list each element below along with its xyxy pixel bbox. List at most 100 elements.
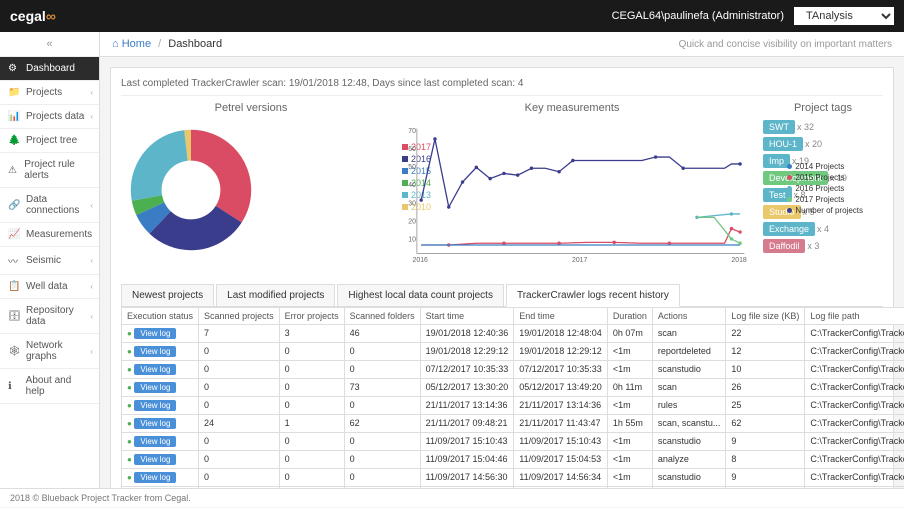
sidebar-icon: 🔗 xyxy=(8,200,20,211)
chevron-left-icon: ‹ xyxy=(90,201,93,210)
view-log-button[interactable]: View log xyxy=(134,382,176,393)
sidebar-icon: ℹ xyxy=(8,381,20,392)
sidebar-item-network-graphs[interactable]: 🕸Network graphs‹ xyxy=(0,334,99,369)
logs-table: Execution statusScanned projectsError pr… xyxy=(121,307,904,488)
sidebar-icon: 〰 xyxy=(8,253,20,268)
chevron-left-icon: ‹ xyxy=(90,312,93,321)
table-row: ● View log734619/01/2018 12:40:3619/01/2… xyxy=(122,324,904,342)
sidebar-icon: ⚙ xyxy=(8,63,20,74)
line-legend: 2014 Projects2015 Projects2016 Projects2… xyxy=(787,162,863,217)
status-ok-icon: ● xyxy=(127,365,132,374)
sidebar-item-data-connections[interactable]: 🔗Data connections‹ xyxy=(0,188,99,223)
dashboard-panel: Last completed TrackerCrawler scan: 19/0… xyxy=(110,67,894,488)
petrel-title: Petrel versions xyxy=(121,102,381,114)
breadcrumb-home[interactable]: Home xyxy=(122,38,151,50)
svg-text:50: 50 xyxy=(408,164,416,171)
svg-text:2016: 2016 xyxy=(413,257,428,264)
status-ok-icon: ● xyxy=(127,383,132,392)
sidebar-item-project-tree[interactable]: 🌲Project tree xyxy=(0,129,99,153)
sidebar: « ⚙Dashboard📁Projects‹📊Projects data‹🌲Pr… xyxy=(0,32,100,488)
tag-swt[interactable]: SWTx 32 xyxy=(763,120,883,134)
tab-3[interactable]: TrackerCrawler logs recent history xyxy=(506,284,680,307)
status-ok-icon: ● xyxy=(127,401,132,410)
col-header[interactable]: Log file path xyxy=(805,307,904,324)
col-header[interactable]: Log file size (KB) xyxy=(726,307,805,324)
sidebar-item-about-and-help[interactable]: ℹAbout and help xyxy=(0,369,99,404)
sidebar-icon: 🕸 xyxy=(8,346,20,357)
sidebar-icon: 📋 xyxy=(8,281,20,292)
view-log-button[interactable]: View log xyxy=(134,472,176,483)
line-chart-section: Key measurements 70 60 50 40 30 20 10 20… xyxy=(391,102,753,270)
chevron-left-icon: ‹ xyxy=(90,256,93,265)
tab-1[interactable]: Last modified projects xyxy=(216,284,335,306)
col-header[interactable]: Scanned folders xyxy=(344,307,420,324)
table-row: ● View log00007/12/2017 10:35:3307/12/20… xyxy=(122,360,904,378)
svg-text:70: 70 xyxy=(408,128,416,135)
svg-text:20: 20 xyxy=(408,218,416,225)
tagline: Quick and concise visibility on importan… xyxy=(679,39,892,50)
table-row: ● View log00011/09/2017 14:56:3011/09/20… xyxy=(122,468,904,486)
tag-exchange[interactable]: Exchangex 4 xyxy=(763,222,883,236)
sidebar-item-measurements[interactable]: 📈Measurements xyxy=(0,223,99,247)
sidebar-icon: 📊 xyxy=(8,111,20,122)
sidebar-item-dashboard[interactable]: ⚙Dashboard xyxy=(0,57,99,81)
col-header[interactable]: Execution status xyxy=(122,307,199,324)
user-info: CEGAL64\paulinefa (Administrator) xyxy=(612,10,784,22)
col-header[interactable]: Start time xyxy=(420,307,514,324)
view-log-button[interactable]: View log xyxy=(134,400,176,411)
status-ok-icon: ● xyxy=(127,473,132,482)
table-row: ● View log106404/09/2017 13:35:1104/09/2… xyxy=(122,486,904,488)
col-header[interactable]: Actions xyxy=(652,307,726,324)
sidebar-item-project-rule-alerts[interactable]: ⚠Project rule alerts xyxy=(0,153,99,188)
svg-text:30: 30 xyxy=(408,200,416,207)
sidebar-item-projects[interactable]: 📁Projects‹ xyxy=(0,81,99,105)
col-header[interactable]: Duration xyxy=(607,307,652,324)
tabs: Newest projectsLast modified projectsHig… xyxy=(121,284,883,307)
home-icon[interactable]: ⌂ xyxy=(112,38,119,50)
sidebar-icon: ⚠ xyxy=(8,165,18,176)
chevron-left-icon: ‹ xyxy=(90,112,93,121)
breadcrumb-bar: ⌂ Home / Dashboard Quick and concise vis… xyxy=(100,32,904,57)
sidebar-icon: 📁 xyxy=(8,87,20,98)
logo-icon: ∞ xyxy=(46,8,56,24)
topbar: cegal∞ CEGAL64\paulinefa (Administrator)… xyxy=(0,0,904,32)
view-log-button[interactable]: View log xyxy=(134,436,176,447)
svg-text:40: 40 xyxy=(408,182,416,189)
table-row: ● View log007305/12/2017 13:30:2005/12/2… xyxy=(122,378,904,396)
sidebar-item-seismic[interactable]: 〰Seismic‹ xyxy=(0,247,99,275)
footer: 2018 © Blueback Project Tracker from Ceg… xyxy=(0,488,904,507)
sidebar-icon: 🌲 xyxy=(8,135,20,146)
sidebar-item-projects-data[interactable]: 📊Projects data‹ xyxy=(0,105,99,129)
breadcrumb: ⌂ Home / Dashboard xyxy=(112,38,222,50)
status-ok-icon: ● xyxy=(127,329,132,338)
table-row: ● View log00021/11/2017 13:14:3621/11/20… xyxy=(122,396,904,414)
sidebar-icon: 🗄 xyxy=(8,311,20,322)
status-ok-icon: ● xyxy=(127,455,132,464)
chevron-left-icon: ‹ xyxy=(90,347,93,356)
status-ok-icon: ● xyxy=(127,419,132,428)
col-header[interactable]: Error projects xyxy=(279,307,344,324)
view-log-button[interactable]: View log xyxy=(134,418,176,429)
view-log-button[interactable]: View log xyxy=(134,346,176,357)
view-log-button[interactable]: View log xyxy=(134,328,176,339)
view-log-button[interactable]: View log xyxy=(134,364,176,375)
tag-hou-1[interactable]: HOU-1x 20 xyxy=(763,137,883,151)
status-ok-icon: ● xyxy=(127,437,132,446)
line-chart: 70 60 50 40 30 20 10 2016 2017 2018 xyxy=(391,120,753,267)
tab-0[interactable]: Newest projects xyxy=(121,284,214,306)
tenant-select[interactable]: TAnalysis xyxy=(794,7,894,25)
col-header[interactable]: Scanned projects xyxy=(199,307,280,324)
sidebar-item-repository-data[interactable]: 🗄Repository data‹ xyxy=(0,299,99,334)
svg-text:60: 60 xyxy=(408,146,416,153)
sidebar-item-well-data[interactable]: 📋Well data‹ xyxy=(0,275,99,299)
sidebar-collapse-button[interactable]: « xyxy=(0,32,99,57)
petrel-chart: Petrel versions 201720162015201420132010 xyxy=(121,102,381,270)
table-row: ● View log2416221/11/2017 09:48:2121/11/… xyxy=(122,414,904,432)
view-log-button[interactable]: View log xyxy=(134,454,176,465)
svg-text:2018: 2018 xyxy=(731,257,746,264)
col-header[interactable]: End time xyxy=(514,307,608,324)
svg-text:2017: 2017 xyxy=(572,257,587,264)
table-row: ● View log00011/09/2017 15:10:4311/09/20… xyxy=(122,432,904,450)
tab-2[interactable]: Highest local data count projects xyxy=(337,284,504,306)
tag-daffodil[interactable]: Daffodilx 3 xyxy=(763,239,883,253)
